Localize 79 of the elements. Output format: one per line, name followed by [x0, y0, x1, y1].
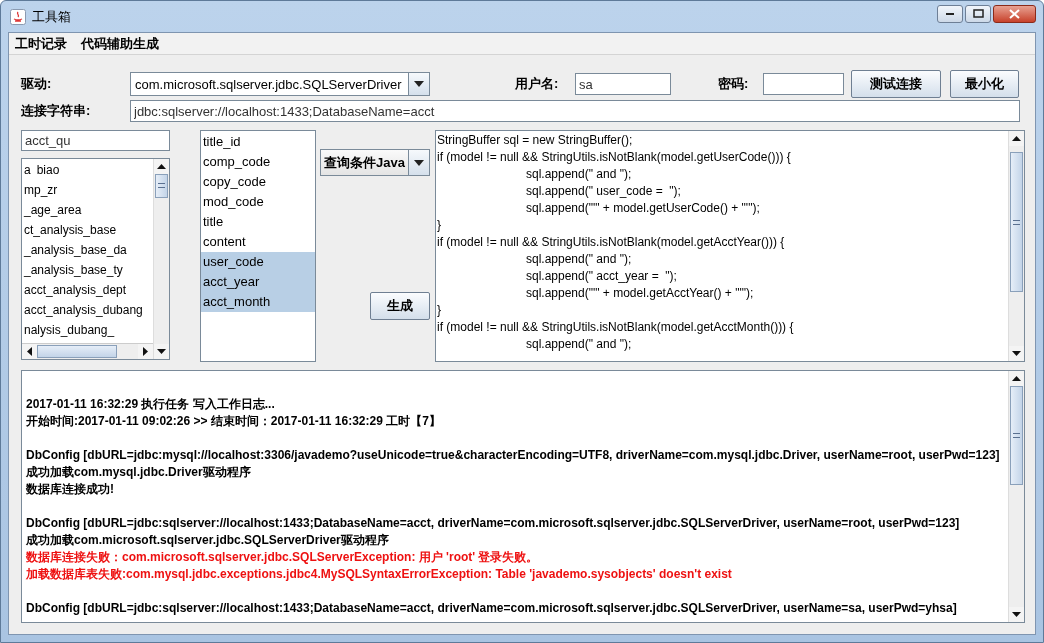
arrow-right-icon[interactable]: [143, 347, 148, 356]
list-item[interactable]: user_code: [201, 252, 315, 272]
maximize-button[interactable]: [965, 4, 991, 23]
field-label: 密码:: [718, 75, 750, 93]
driver-dropdown[interactable]: com.microsoft.sqlserver.jdbc.SQLServerDriver: [130, 72, 430, 96]
log-line: DbConfig [dbURL=jdbc:sqlserver://localhost:1433;DatabaseName=acct, driverName=com.microsoft.sqlserver.jdbc.SQLServerDriver, userName=root, userPwd=123]: [26, 516, 960, 530]
connection-string-field[interactable]: jdbc:sqlserver://localhost:1433;DatabaseName=acct: [130, 100, 1020, 122]
code-line: StringBuffer sql = new StringBuffer();: [437, 133, 633, 147]
list-item[interactable]: _analysis_base_da: [24, 240, 127, 260]
log-line: 数据库连接成功!: [26, 482, 114, 496]
app-icon: [10, 8, 26, 25]
arrow-up-icon[interactable]: [1012, 136, 1021, 141]
caret-icon: [414, 159, 424, 166]
list-item[interactable]: ct_analysis_base: [24, 220, 117, 240]
log-line: DbConfig [dbURL=jdbc:sqlserver://localhost:1433;DatabaseName=acct, driverName=com.microsoft.sqlserver.jdbc.SQLServerDriver, userName=sa, userPwd=yhsa]: [26, 601, 957, 615]
code-line: sql.append(" user_code = ");: [526, 184, 681, 198]
arrow-up-icon[interactable]: [157, 164, 166, 169]
list-item[interactable]: content: [201, 232, 315, 252]
log-line: 加载数据库表失败:com.mysql.jdbc.exceptions.jdbc4.MySQLSyntaxErrorException: Table 'javademo.sysobjects' doesn't exist: [26, 567, 732, 581]
list-item[interactable]: mod_code: [201, 192, 315, 212]
arrow-down-icon[interactable]: [1012, 351, 1021, 356]
code-line: if (model != null && StringUtils.isNotBlank(model.getAcctYear())) {: [437, 235, 785, 249]
field-label: 用户名:: [515, 75, 560, 93]
log-line: 成功加载com.microsoft.sqlserver.jdbc.SQLServerDriver驱动程序: [26, 533, 389, 547]
code-line: if (model != null && StringUtils.isNotBlank(model.getAcctMonth())) {: [437, 320, 794, 334]
code-line: }: [437, 303, 441, 317]
field-label: 连接字符串:: [21, 102, 92, 120]
menu-item[interactable]: 代码辅助生成: [81, 34, 159, 53]
arrow-left-icon[interactable]: [27, 347, 32, 356]
list-item[interactable]: a: [24, 160, 31, 180]
template-dropdown[interactable]: 查询条件Java: [320, 149, 430, 176]
code-line: sql.append(" and ");: [526, 252, 632, 266]
list-item[interactable]: acct_analysis_dept: [24, 280, 127, 300]
generate-button[interactable]: 生成: [370, 292, 430, 320]
scrollbar[interactable]: [1008, 371, 1024, 622]
test-connection-button[interactable]: 测试连接: [851, 70, 941, 98]
log-line: 数据库连接失败：com.microsoft.sqlserver.jdbc.SQLServerException: 用户 'root' 登录失败。: [26, 550, 539, 564]
menu-item[interactable]: 工时记录: [15, 34, 67, 53]
table-filter-field[interactable]: acct_qu: [21, 130, 170, 151]
scrollbar[interactable]: [1008, 131, 1024, 361]
log-line: DbConfig [dbURL=jdbc:mysql://localhost:3306/javademo?useUnicode=true&characterEncoding=UTF8, driverName=com.mysql.jdbc.Driver, userName=root, userPwd=123]: [26, 448, 1000, 462]
list-item[interactable]: biao: [36, 160, 60, 180]
list-item[interactable]: _analysis_base_ty: [24, 260, 123, 280]
code-line: sql.append("'" + model.getAcctYear() + "'");: [526, 286, 754, 300]
code-line: }: [437, 218, 441, 232]
list-item[interactable]: acct_analysis_dubang: [24, 300, 143, 320]
log-line: 成功加载com.mysql.jdbc.Driver驱动程序: [26, 465, 251, 479]
list-item[interactable]: title_id: [201, 132, 315, 152]
list-item[interactable]: copy_code: [201, 172, 315, 192]
log-line: 开始时间:2017-01-11 09:02:26 >> 结束时间：2017-01-11 16:32:29 工时【7】: [26, 414, 441, 428]
code-line: sql.append("'" + model.getUserCode() + "'");: [526, 201, 760, 215]
code-area[interactable]: [435, 130, 1025, 362]
password-field[interactable]: [763, 73, 844, 95]
code-line: sql.append(" acct_year = ");: [526, 269, 677, 283]
list-item[interactable]: title: [201, 212, 315, 232]
scrollbar[interactable]: [153, 159, 169, 359]
arrow-down-icon[interactable]: [157, 349, 166, 354]
log-line: 2017-01-11 16:32:29 执行任务 写入工作日志...: [26, 397, 275, 411]
caret-icon: [414, 81, 424, 87]
maximize-icon: [972, 9, 984, 18]
close-button[interactable]: [993, 4, 1036, 23]
arrow-up-icon[interactable]: [1012, 376, 1021, 381]
username-field[interactable]: sa: [575, 73, 671, 95]
code-line: sql.append(" and ");: [526, 337, 632, 351]
close-icon: [1009, 8, 1020, 19]
list-item[interactable]: comp_code: [201, 152, 315, 172]
list-item[interactable]: mp_zr: [24, 180, 58, 200]
arrow-down-icon[interactable]: [1012, 612, 1021, 617]
minimize-button[interactable]: 最小化: [950, 70, 1019, 98]
field-label: 驱动:: [21, 75, 53, 93]
list-item[interactable]: _age_area: [24, 200, 82, 220]
list-item[interactable]: acct_year: [201, 272, 315, 292]
minimize-button[interactable]: [937, 4, 963, 23]
code-line: if (model != null && StringUtils.isNotBlank(model.getUserCode())) {: [437, 150, 791, 164]
code-line: sql.append(" and ");: [526, 167, 632, 181]
window-title: 工具箱: [32, 7, 71, 26]
list-item[interactable]: acct_month: [201, 292, 315, 312]
scrollbar[interactable]: [22, 343, 153, 359]
list-item[interactable]: nalysis_dubang_: [24, 320, 115, 340]
